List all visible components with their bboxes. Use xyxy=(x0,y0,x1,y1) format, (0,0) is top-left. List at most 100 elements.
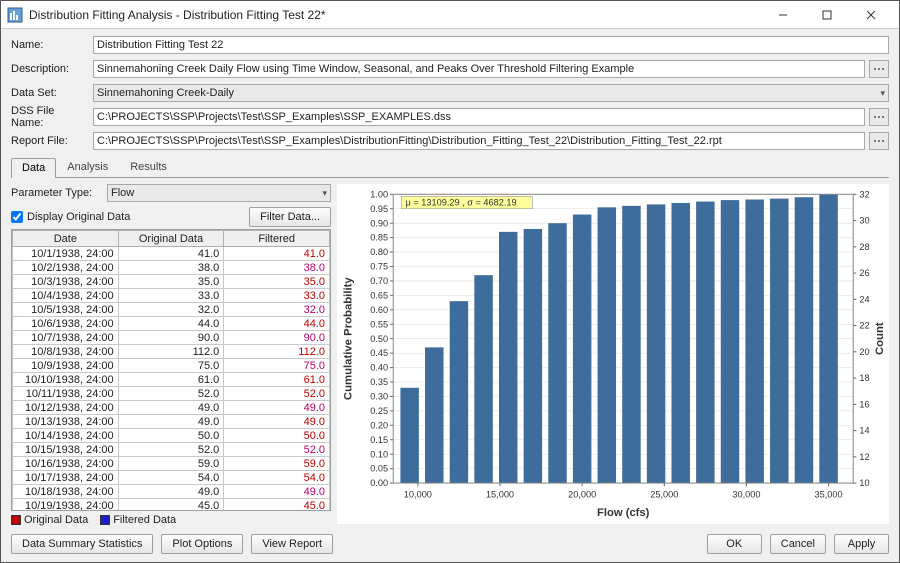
cell-filtered: 50.0 xyxy=(224,429,330,443)
cell-date: 10/10/1938, 24:00 xyxy=(13,373,119,387)
svg-text:28: 28 xyxy=(859,242,869,252)
view-report-button[interactable]: View Report xyxy=(251,534,333,554)
cell-original: 38.0 xyxy=(118,261,224,275)
cell-filtered: 49.0 xyxy=(224,415,330,429)
footer: Data Summary Statistics Plot Options View … xyxy=(11,530,889,554)
data-summary-statistics-button[interactable]: Data Summary Statistics xyxy=(11,534,153,554)
cell-original: 41.0 xyxy=(118,247,224,261)
reportfile-input[interactable]: C:\PROJECTS\SSP\Projects\Test\SSP_Exampl… xyxy=(93,132,865,150)
svg-text:0.45: 0.45 xyxy=(370,348,388,358)
cell-original: 44.0 xyxy=(118,317,224,331)
cell-original: 54.0 xyxy=(118,471,224,485)
table-row[interactable]: 10/19/1938, 24:0045.045.0 xyxy=(13,499,330,511)
svg-text:30,000: 30,000 xyxy=(732,489,760,499)
tab-analysis[interactable]: Analysis xyxy=(56,157,119,177)
cell-date: 10/4/1938, 24:00 xyxy=(13,289,119,303)
svg-text:0.60: 0.60 xyxy=(370,305,388,315)
svg-text:Count: Count xyxy=(874,322,886,355)
name-label: Name: xyxy=(11,39,89,51)
table-row[interactable]: 10/17/1938, 24:0054.054.0 xyxy=(13,471,330,485)
table-row[interactable]: 10/12/1938, 24:0049.049.0 xyxy=(13,401,330,415)
cell-original: 35.0 xyxy=(118,275,224,289)
cell-original: 45.0 xyxy=(118,499,224,511)
table-row[interactable]: 10/7/1938, 24:0090.090.0 xyxy=(13,331,330,345)
description-more-button[interactable] xyxy=(869,60,889,78)
dssfile-input[interactable]: C:\PROJECTS\SSP\Projects\Test\SSP_Exampl… xyxy=(93,108,865,126)
table-row[interactable]: 10/9/1938, 24:0075.075.0 xyxy=(13,359,330,373)
table-row[interactable]: 10/8/1938, 24:00112.0112.0 xyxy=(13,345,330,359)
table-row[interactable]: 10/10/1938, 24:0061.061.0 xyxy=(13,373,330,387)
svg-text:16: 16 xyxy=(859,399,869,409)
svg-text:0.80: 0.80 xyxy=(370,247,388,257)
tab-data[interactable]: Data xyxy=(11,158,56,178)
table-row[interactable]: 10/14/1938, 24:0050.050.0 xyxy=(13,429,330,443)
cell-original: 49.0 xyxy=(118,401,224,415)
svg-text:0.15: 0.15 xyxy=(370,435,388,445)
svg-text:26: 26 xyxy=(859,268,869,278)
table-row[interactable]: 10/11/1938, 24:0052.052.0 xyxy=(13,387,330,401)
close-button[interactable] xyxy=(849,1,893,29)
maximize-button[interactable] xyxy=(805,1,849,29)
cell-date: 10/2/1938, 24:00 xyxy=(13,261,119,275)
cell-original: 90.0 xyxy=(118,331,224,345)
display-original-check-input[interactable] xyxy=(11,211,23,223)
param-type-select[interactable]: Flow▾ xyxy=(107,184,331,202)
svg-text:0.75: 0.75 xyxy=(370,262,388,272)
svg-text:0.00: 0.00 xyxy=(370,478,388,488)
svg-text:0.95: 0.95 xyxy=(370,204,388,214)
cell-filtered: 33.0 xyxy=(224,289,330,303)
table-row[interactable]: 10/1/1938, 24:0041.041.0 xyxy=(13,247,330,261)
col-header[interactable]: Filtered xyxy=(224,231,330,247)
cell-date: 10/9/1938, 24:00 xyxy=(13,359,119,373)
cell-date: 10/3/1938, 24:00 xyxy=(13,275,119,289)
cell-filtered: 52.0 xyxy=(224,387,330,401)
svg-text:0.55: 0.55 xyxy=(370,319,388,329)
table-row[interactable]: 10/16/1938, 24:0059.059.0 xyxy=(13,457,330,471)
svg-text:25,000: 25,000 xyxy=(650,489,678,499)
cancel-button[interactable]: Cancel xyxy=(770,534,826,554)
dssfile-browse-button[interactable] xyxy=(869,108,889,126)
cell-original: 52.0 xyxy=(118,443,224,457)
description-input[interactable]: Sinnemahoning Creek Daily Flow using Tim… xyxy=(93,60,865,78)
tabs: DataAnalysisResults xyxy=(11,157,889,178)
tab-results[interactable]: Results xyxy=(119,157,178,177)
cell-date: 10/7/1938, 24:00 xyxy=(13,331,119,345)
table-row[interactable]: 10/18/1938, 24:0049.049.0 xyxy=(13,485,330,499)
svg-text:20,000: 20,000 xyxy=(568,489,596,499)
name-input[interactable]: Distribution Fitting Test 22 xyxy=(93,36,889,54)
cell-date: 10/14/1938, 24:00 xyxy=(13,429,119,443)
table-row[interactable]: 10/6/1938, 24:0044.044.0 xyxy=(13,317,330,331)
table-row[interactable]: 10/4/1938, 24:0033.033.0 xyxy=(13,289,330,303)
svg-text:22: 22 xyxy=(859,321,869,331)
name-value: Distribution Fitting Test 22 xyxy=(97,39,223,51)
col-header[interactable]: Original Data xyxy=(118,231,224,247)
table-row[interactable]: 10/13/1938, 24:0049.049.0 xyxy=(13,415,330,429)
col-header[interactable]: Date xyxy=(13,231,119,247)
window-title: Distribution Fitting Analysis - Distribu… xyxy=(29,8,761,22)
plot-options-button[interactable]: Plot Options xyxy=(161,534,243,554)
ok-button[interactable]: OK xyxy=(707,534,762,554)
reportfile-browse-button[interactable] xyxy=(869,132,889,150)
cell-filtered: 61.0 xyxy=(224,373,330,387)
table-row[interactable]: 10/3/1938, 24:0035.035.0 xyxy=(13,275,330,289)
cell-date: 10/5/1938, 24:00 xyxy=(13,303,119,317)
chart[interactable]: 0.000.050.100.150.200.250.300.350.400.45… xyxy=(337,184,889,524)
svg-text:Cumulative Probability: Cumulative Probability xyxy=(342,277,354,401)
cell-filtered: 112.0 xyxy=(224,345,330,359)
dataset-select[interactable]: Sinnemahoning Creek-Daily▾ xyxy=(93,84,889,102)
cell-original: 33.0 xyxy=(118,289,224,303)
table-row[interactable]: 10/5/1938, 24:0032.032.0 xyxy=(13,303,330,317)
cell-original: 61.0 xyxy=(118,373,224,387)
table-row[interactable]: 10/15/1938, 24:0052.052.0 xyxy=(13,443,330,457)
data-table[interactable]: DateOriginal DataFiltered10/1/1938, 24:0… xyxy=(11,229,331,511)
table-row[interactable]: 10/2/1938, 24:0038.038.0 xyxy=(13,261,330,275)
minimize-button[interactable] xyxy=(761,1,805,29)
dataset-value: Sinnemahoning Creek-Daily xyxy=(97,87,234,99)
svg-text:20: 20 xyxy=(859,347,869,357)
right-pane: 0.000.050.100.150.200.250.300.350.400.45… xyxy=(337,184,889,526)
apply-button[interactable]: Apply xyxy=(834,534,889,554)
filter-data-button[interactable]: Filter Data... xyxy=(249,207,331,227)
svg-text:0.90: 0.90 xyxy=(370,218,388,228)
display-original-checkbox[interactable]: Display Original Data xyxy=(11,211,130,223)
cell-filtered: 44.0 xyxy=(224,317,330,331)
